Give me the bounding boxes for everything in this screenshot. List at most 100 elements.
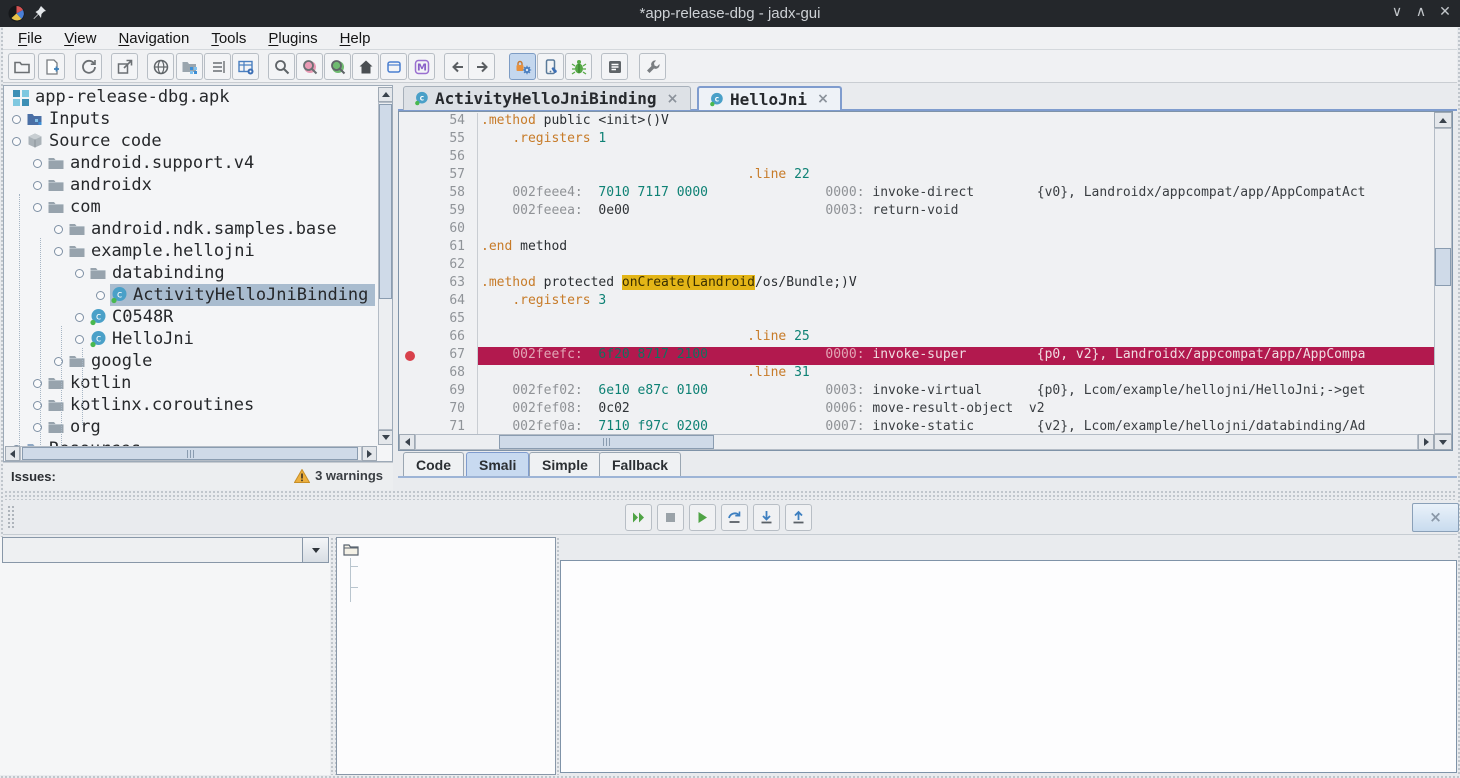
scroll-thumb[interactable]	[499, 435, 714, 449]
line-number[interactable]: 59	[399, 203, 478, 221]
code-line[interactable]: 69 002fef02: 6e10 e87c 0100 0003: invoke…	[399, 383, 1434, 401]
tree-horizontal-scrollbar[interactable]	[5, 446, 377, 461]
deobfuscation-button[interactable]	[147, 53, 174, 80]
code-line[interactable]: 63.method protected onCreate(Landroid/os…	[399, 275, 1434, 293]
line-number[interactable]: 55	[399, 131, 478, 149]
code-vertical-scrollbar[interactable]	[1434, 112, 1452, 450]
code-line[interactable]: 70 002fef08: 0c02 0006: move-result-obje…	[399, 401, 1434, 419]
scroll-down-button[interactable]	[378, 430, 393, 445]
expander-collapsed-icon[interactable]	[12, 115, 21, 124]
run-button[interactable]	[689, 504, 716, 531]
code-line[interactable]: 66 .line 25	[399, 329, 1434, 347]
scroll-left-button[interactable]	[399, 434, 415, 450]
log-viewer-button[interactable]	[601, 53, 628, 80]
line-number[interactable]: 61	[399, 239, 478, 257]
expander-expanded-icon[interactable]	[12, 137, 21, 146]
code-line[interactable]: 55 .registers 1	[399, 131, 1434, 149]
code-line[interactable]: 64 .registers 3	[399, 293, 1434, 311]
menu-help[interactable]: Help	[331, 29, 380, 48]
tree-item-hellojni[interactable]: cHelloJni	[4, 328, 375, 350]
line-number[interactable]: 65	[399, 311, 478, 329]
tree-item-example-hellojni[interactable]: example.hellojni	[4, 240, 375, 262]
expander-collapsed-icon[interactable]	[75, 313, 84, 322]
nav-forward-button[interactable]	[468, 53, 495, 80]
line-number[interactable]: 70	[399, 401, 478, 419]
tab-close-icon[interactable]: ×	[667, 91, 679, 107]
view-tab-fallback[interactable]: Fallback	[599, 452, 681, 476]
code-line[interactable]: 65	[399, 311, 1434, 329]
line-number[interactable]: 67	[399, 347, 478, 365]
step-out-button[interactable]	[785, 504, 812, 531]
expander-collapsed-icon[interactable]	[33, 159, 42, 168]
scroll-thumb[interactable]	[379, 104, 392, 299]
line-number[interactable]: 71	[399, 419, 478, 435]
view-tab-smali[interactable]: Smali	[466, 452, 529, 476]
text-search-button[interactable]	[268, 53, 295, 80]
stop-button[interactable]	[657, 504, 684, 531]
close-debugger-button[interactable]: ×	[1412, 503, 1459, 532]
tree-item-google[interactable]: google	[4, 350, 375, 372]
code-line-breakpoint[interactable]: 67 002feefc: 6f20 8717 2100 0000: invoke…	[399, 347, 1434, 365]
smali-code[interactable]: 54.method public <init>()V55 .registers …	[399, 113, 1434, 435]
maximize-button[interactable]: ∧	[1410, 4, 1432, 23]
open-file-button[interactable]	[8, 53, 35, 80]
tree-item-androidx[interactable]: androidx	[4, 174, 375, 196]
minimize-button[interactable]: ∨	[1386, 4, 1408, 23]
reload-button[interactable]	[75, 53, 102, 80]
m-badge-button[interactable]: M	[408, 53, 435, 80]
expander-collapsed-icon[interactable]	[75, 335, 84, 344]
expander-expanded-icon[interactable]	[33, 203, 42, 212]
expander-collapsed-icon[interactable]	[96, 291, 105, 300]
code-line[interactable]: 62	[399, 257, 1434, 275]
frame-button[interactable]	[380, 53, 407, 80]
export-button[interactable]	[111, 53, 138, 80]
tree-item-kotlinx-coroutines[interactable]: kotlinx.coroutines	[4, 394, 375, 416]
menu-plugins[interactable]: Plugins	[259, 29, 326, 48]
thread-combo-box[interactable]	[2, 537, 329, 563]
line-number[interactable]: 56	[399, 149, 478, 167]
code-line[interactable]: 60	[399, 221, 1434, 239]
code-line[interactable]: 58 002feee4: 7010 7117 0000 0000: invoke…	[399, 185, 1434, 203]
tree-item-android-ndk-samples-base[interactable]: android.ndk.samples.base	[4, 218, 375, 240]
comment-search-button[interactable]	[324, 53, 351, 80]
scroll-thumb[interactable]	[1435, 248, 1451, 286]
close-button[interactable]: ✕	[1434, 4, 1456, 23]
tree-item-inputs[interactable]: Inputs	[4, 108, 375, 130]
scroll-thumb[interactable]	[22, 447, 358, 460]
line-number[interactable]: 63	[399, 275, 478, 293]
toolbar-drag-handle[interactable]	[7, 505, 16, 530]
tree-item-app-release-dbg-apk[interactable]: app-release-dbg.apk	[4, 86, 375, 108]
combo-dropdown-button[interactable]	[302, 538, 328, 562]
add-files-button[interactable]	[38, 53, 65, 80]
line-number[interactable]: 60	[399, 221, 478, 239]
preferences-button[interactable]	[639, 53, 666, 80]
tree-vertical-scrollbar[interactable]	[378, 87, 393, 445]
log-output-box[interactable]	[560, 560, 1457, 773]
code-line[interactable]: 61.end method	[399, 239, 1434, 257]
class-search-button[interactable]	[296, 53, 323, 80]
debugger-attach-button[interactable]	[509, 53, 536, 80]
line-number[interactable]: 58	[399, 185, 478, 203]
tree-item-source-code[interactable]: Source code	[4, 130, 375, 152]
tree-item-c0548r[interactable]: cC0548R	[4, 306, 375, 328]
scroll-up-button[interactable]	[1434, 112, 1452, 128]
code-line[interactable]: 54.method public <init>()V	[399, 113, 1434, 131]
scroll-right-button[interactable]	[1418, 434, 1434, 450]
line-number[interactable]: 68	[399, 365, 478, 383]
code-line[interactable]: 56	[399, 149, 1434, 167]
variables-root[interactable]	[343, 541, 364, 557]
horizontal-splitter[interactable]	[0, 490, 1460, 500]
editor-tab-activityhellojnibinding[interactable]: cActivityHelloJniBinding×	[403, 86, 691, 110]
packages-button[interactable]	[176, 53, 203, 80]
line-number[interactable]: 54	[399, 113, 478, 131]
tree-item-resources[interactable]: Resources	[4, 438, 375, 446]
tree-item-com[interactable]: com	[4, 196, 375, 218]
scroll-right-button[interactable]	[362, 446, 377, 461]
debug-bug-button[interactable]	[565, 53, 592, 80]
line-number[interactable]: 62	[399, 257, 478, 275]
tree-item-databinding[interactable]: databinding	[4, 262, 375, 284]
expander-expanded-icon[interactable]	[54, 247, 63, 256]
editor-tab-hellojni[interactable]: cHelloJni×	[697, 86, 842, 110]
step-over-button[interactable]	[721, 504, 748, 531]
view-tab-simple[interactable]: Simple	[529, 452, 601, 476]
